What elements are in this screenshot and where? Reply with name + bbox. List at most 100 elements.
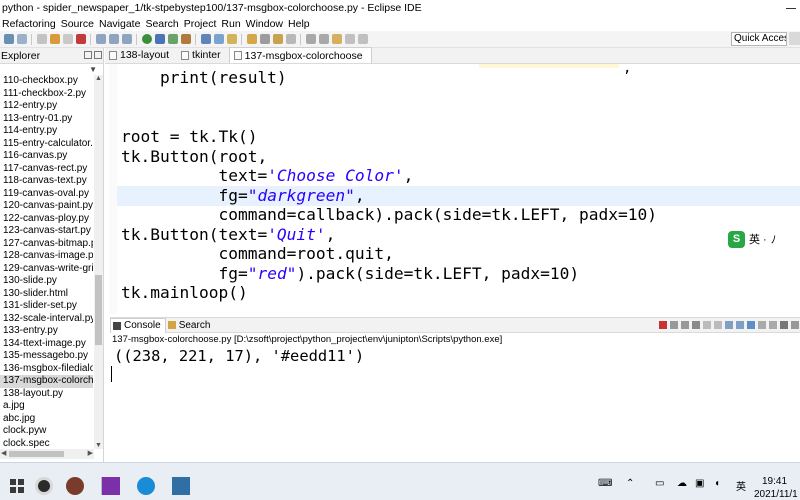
new-folder-icon[interactable] <box>226 34 237 44</box>
explorer-horizontal-scrollbar[interactable]: ◀ ▶ <box>0 449 94 459</box>
sogou-logo-icon[interactable]: S <box>728 230 745 248</box>
save-icon[interactable] <box>3 34 14 44</box>
open-console-icon[interactable] <box>768 321 777 329</box>
next-annotation-icon[interactable] <box>318 34 329 44</box>
pin-icon[interactable] <box>285 34 296 44</box>
file-item[interactable]: 130-slide.py <box>0 275 93 288</box>
file-item[interactable]: 136-msgbox-filedialog.py <box>0 363 93 376</box>
keyboard-icon[interactable]: ⌨ <box>598 478 612 489</box>
debug-icon[interactable] <box>154 34 165 44</box>
file-item[interactable]: 110-checkbox.py <box>0 75 93 88</box>
new-package-icon[interactable] <box>213 34 224 44</box>
file-item[interactable]: 119-canvas-oval.py <box>0 188 93 201</box>
menu-source[interactable]: Source <box>59 18 97 30</box>
menu-search[interactable]: Search <box>143 18 181 30</box>
run-icon[interactable] <box>141 34 152 44</box>
show-on-error-icon[interactable] <box>735 321 744 329</box>
file-item[interactable]: 114-entry.py <box>0 125 93 138</box>
edge-icon[interactable] <box>137 477 155 495</box>
scroll-down-icon[interactable]: ▼ <box>94 442 103 449</box>
file-item[interactable]: 112-entry.py <box>0 100 93 113</box>
menu-window[interactable]: Window <box>244 18 286 30</box>
view-menu-icon[interactable] <box>779 321 788 329</box>
last-edit-icon[interactable] <box>331 34 342 44</box>
menu-help[interactable]: Help <box>286 18 313 30</box>
skip-breakpoints-icon[interactable] <box>36 34 47 44</box>
file-item[interactable]: clock.pyw <box>0 425 93 438</box>
maximize-view-icon[interactable] <box>94 51 102 59</box>
tab-138-layout[interactable]: 138-layout <box>105 47 177 63</box>
ime-toolbar[interactable]: S 英 · ﾉ <box>728 230 800 248</box>
chevron-up-icon[interactable]: ⌃ <box>626 478 634 489</box>
scroll-up-icon[interactable]: ▲ <box>94 75 103 82</box>
tab-137-msgbox-colorchoose[interactable]: 137-msgbox-colorchoose <box>228 47 372 63</box>
scroll-thumb[interactable] <box>95 275 102 345</box>
scroll-right-icon[interactable]: ▶ <box>88 449 93 457</box>
coverage-icon[interactable] <box>167 34 178 44</box>
start-icon[interactable] <box>10 479 24 493</box>
file-item[interactable]: 129-canvas-write-grid.py <box>0 263 93 276</box>
step-over-icon[interactable] <box>108 34 119 44</box>
file-item[interactable]: 130-slider.html <box>0 288 93 301</box>
minimize-icon[interactable] <box>786 7 796 9</box>
file-item-selected[interactable]: 137-msgbox-colorchoose.py <box>0 375 93 388</box>
ime-extra-icon[interactable]: ﾉ <box>771 231 777 247</box>
code-editor[interactable]: , print(result) root = tk.Tk() tk.Button… <box>105 64 800 314</box>
file-item[interactable]: abc.jpg <box>0 413 93 426</box>
browser-icon[interactable] <box>66 477 84 495</box>
step-into-icon[interactable] <box>95 34 106 44</box>
menu-navigate[interactable]: Navigate <box>97 18 143 30</box>
remove-launch-icon[interactable] <box>669 321 678 329</box>
network-icon[interactable]: ▭ <box>655 478 664 489</box>
cloud-icon[interactable]: ☁ <box>677 478 687 489</box>
file-item[interactable]: 133-entry.py <box>0 325 93 338</box>
scroll-thumb[interactable] <box>9 451 64 457</box>
file-item[interactable]: 113-entry-01.py <box>0 113 93 126</box>
file-item[interactable]: 111-checkbox-2.py <box>0 88 93 101</box>
step-return-icon[interactable] <box>121 34 132 44</box>
back-icon[interactable] <box>344 34 355 44</box>
terminate-icon[interactable] <box>658 321 667 329</box>
quick-access-field[interactable]: Quick Access <box>731 32 787 46</box>
menu-refactoring[interactable]: Refactoring <box>0 18 59 30</box>
remove-all-icon[interactable] <box>680 321 689 329</box>
terminal-icon[interactable] <box>172 477 190 495</box>
search-toolbar-icon[interactable] <box>259 34 270 44</box>
clear-console-icon[interactable] <box>691 321 700 329</box>
save-all-icon[interactable] <box>16 34 27 44</box>
display-icon[interactable]: ▣ <box>695 478 704 489</box>
minimize-view-icon[interactable] <box>84 51 92 59</box>
onenote-icon[interactable] <box>102 477 120 495</box>
view-menu-icon[interactable]: ▼ <box>89 65 97 74</box>
file-item[interactable]: 123-canvas-start.py <box>0 225 93 238</box>
tab-tkinter[interactable]: tkinter <box>177 47 229 63</box>
file-item[interactable]: 138-layout.py <box>0 388 93 401</box>
open-type-icon[interactable] <box>246 34 257 44</box>
file-item[interactable]: 116-canvas.py <box>0 150 93 163</box>
pin-console-icon[interactable] <box>746 321 755 329</box>
minimize-view-icon[interactable] <box>790 321 799 329</box>
scroll-lock-icon[interactable] <box>702 321 711 329</box>
suspend-icon[interactable] <box>62 34 73 44</box>
show-on-output-icon[interactable] <box>724 321 733 329</box>
resume-icon[interactable] <box>49 34 60 44</box>
perspective-icon[interactable] <box>789 32 800 45</box>
tab-console[interactable]: Console <box>110 317 166 333</box>
console-output[interactable]: ((238, 221, 17), '#eedd11') <box>110 346 800 462</box>
search-icon[interactable] <box>35 477 53 495</box>
volume-icon[interactable]: ◖ <box>714 478 720 489</box>
file-item[interactable]: 115-entry-calculator.py <box>0 138 93 151</box>
file-item[interactable]: a.jpg <box>0 400 93 413</box>
display-console-icon[interactable] <box>757 321 766 329</box>
prev-annotation-icon[interactable] <box>305 34 316 44</box>
word-wrap-icon[interactable] <box>713 321 722 329</box>
file-item[interactable]: 134-ttext-image.py <box>0 338 93 351</box>
file-item[interactable]: 132-scale-interval.py <box>0 313 93 326</box>
menu-project[interactable]: Project <box>182 18 220 30</box>
terminate-icon[interactable] <box>75 34 86 44</box>
file-item[interactable]: 128-canvas-image.py <box>0 250 93 263</box>
system-clock[interactable]: 19:41 2021/11/1 <box>754 475 800 500</box>
file-item[interactable]: 118-canvas-text.py <box>0 175 93 188</box>
file-item[interactable]: 135-messagebo.py <box>0 350 93 363</box>
tab-search[interactable]: Search <box>166 318 215 333</box>
